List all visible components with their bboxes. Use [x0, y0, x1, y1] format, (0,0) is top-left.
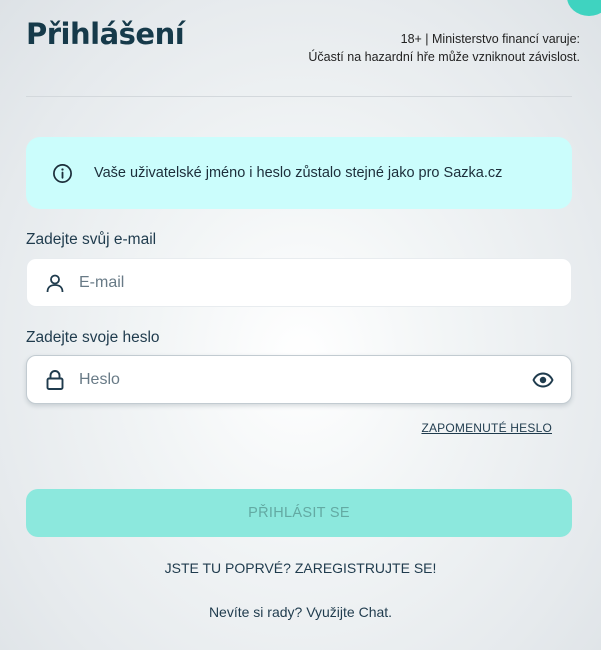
- help-prompt-text: Nevíte si rady? Využijte: [208, 604, 355, 620]
- chat-link[interactable]: Chat.: [359, 604, 392, 620]
- eye-icon[interactable]: [531, 368, 555, 392]
- login-button[interactable]: PŘIHLÁSIT SE: [26, 489, 572, 537]
- forgot-password-link[interactable]: ZAPOMENUTÉ HESLO: [421, 421, 552, 435]
- help-prompt: Nevíte si rady? Využijte Chat.: [0, 604, 601, 620]
- register-prompt-text: JSTE TU POPRVÉ?: [164, 560, 291, 576]
- lock-icon: [44, 369, 66, 391]
- corner-accent-shape: [567, 0, 601, 16]
- warning-line-1: 18+ | Ministerstvo financí varuje:: [400, 32, 580, 46]
- email-input[interactable]: [79, 259, 571, 306]
- header-divider: [26, 96, 572, 97]
- email-label: Zadejte svůj e-mail: [26, 231, 157, 248]
- register-link[interactable]: ZAREGISTRUJTE SE!: [295, 560, 437, 576]
- warning-line-2: Účastí na hazardní hře může vzniknout zá…: [308, 50, 580, 64]
- info-banner: Vaše uživatelské jméno i heslo zůstalo s…: [26, 137, 572, 209]
- email-field-wrapper[interactable]: [26, 258, 572, 307]
- password-input[interactable]: [79, 356, 531, 403]
- password-field-wrapper[interactable]: [26, 355, 572, 404]
- user-icon: [44, 272, 66, 294]
- info-text: Vaše uživatelské jméno i heslo zůstalo s…: [94, 165, 503, 181]
- gambling-warning: 18+ | Ministerstvo financí varuje: Účast…: [308, 30, 580, 66]
- register-prompt: JSTE TU POPRVÉ? ZAREGISTRUJTE SE!: [0, 560, 601, 576]
- page-title: Přihlášení: [26, 17, 185, 51]
- info-icon: [51, 162, 73, 184]
- password-label: Zadejte svoje heslo: [26, 329, 160, 346]
